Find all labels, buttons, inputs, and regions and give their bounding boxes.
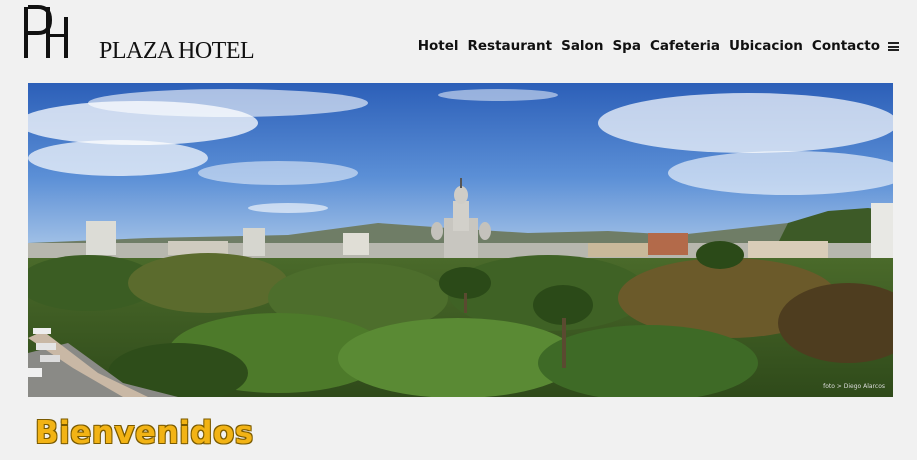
welcome-heading: Bienvenidos: [35, 415, 254, 451]
nav-item-contacto[interactable]: Contacto: [812, 38, 880, 54]
nav-item-spa[interactable]: Spa: [612, 38, 641, 54]
nav-item-salon[interactable]: Salon: [561, 38, 603, 54]
site-header: PLAZA HOTEL Hotel Restaurant Salon Spa C…: [0, 0, 917, 82]
photo-credit: foto > Diego Alarcos: [823, 383, 885, 390]
hotel-logo[interactable]: PLAZA HOTEL: [22, 5, 255, 64]
hotel-name: PLAZA HOTEL: [99, 38, 255, 64]
nav-item-cafeteria[interactable]: Cafeteria: [650, 38, 720, 54]
nav-item-restaurant[interactable]: Restaurant: [468, 38, 553, 54]
main-nav: Hotel Restaurant Salon Spa Cafeteria Ubi…: [409, 38, 899, 54]
nav-item-hotel[interactable]: Hotel: [418, 38, 459, 54]
ph-monogram-icon: [24, 5, 68, 58]
hamburger-menu-icon[interactable]: [888, 41, 899, 51]
city-panorama-image: [28, 83, 893, 397]
nav-item-ubicacion[interactable]: Ubicacion: [729, 38, 803, 54]
hero-image: foto > Diego Alarcos: [28, 83, 893, 397]
